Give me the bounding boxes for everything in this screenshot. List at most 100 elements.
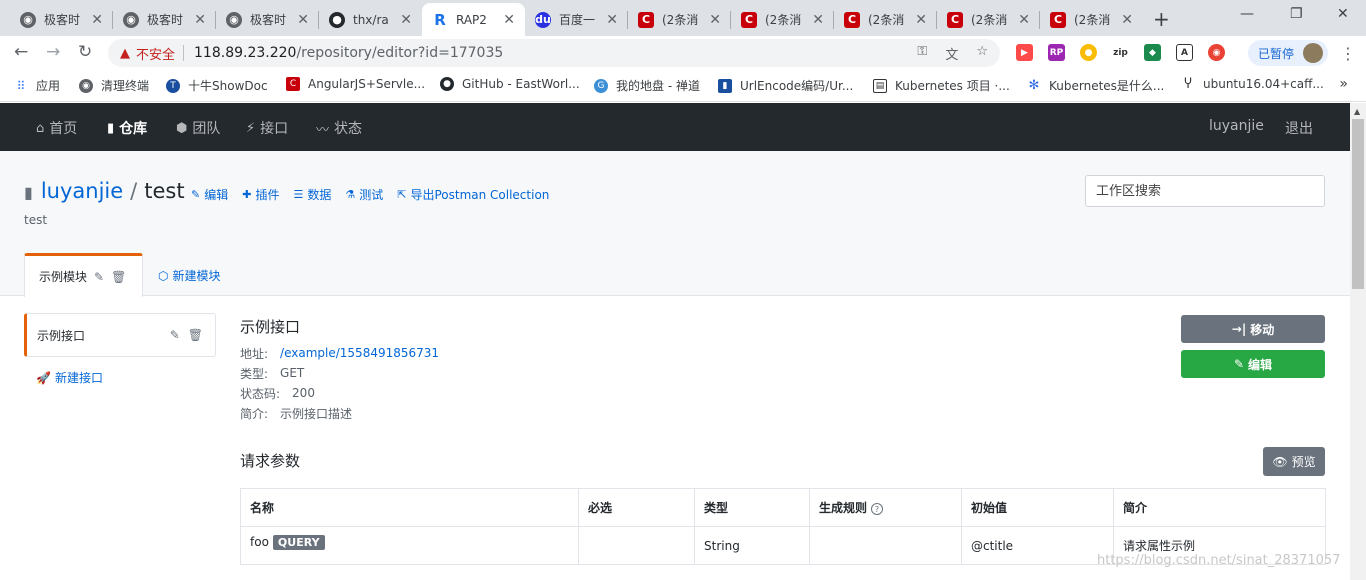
close-icon[interactable]: ✕ xyxy=(194,12,206,28)
scroll-thumb[interactable] xyxy=(1352,119,1364,289)
close-icon[interactable]: ✕ xyxy=(91,12,103,28)
minimize-icon[interactable]: — xyxy=(1240,6,1254,22)
back-icon[interactable]: ← xyxy=(14,42,28,62)
color-extension-icon[interactable]: ● xyxy=(1080,44,1097,61)
close-icon[interactable]: ✕ xyxy=(709,12,721,28)
baidu-icon: du xyxy=(535,11,551,28)
bookmark-item[interactable]: ✻ Kubernetes是什么... xyxy=(1027,77,1165,94)
more-bookmarks-icon[interactable]: » xyxy=(1339,76,1348,92)
bookmark-item[interactable]: ⠿ 应用 xyxy=(14,77,60,94)
close-icon[interactable]: ✕ xyxy=(297,12,309,28)
test-link[interactable]: ⚗ 测试 xyxy=(345,186,383,203)
test-icon: ⚗ xyxy=(345,188,356,201)
logout-link[interactable]: 退出 xyxy=(1285,118,1313,138)
browser-menu-icon[interactable]: ⋮ xyxy=(1340,44,1356,63)
translate-icon[interactable]: 文 xyxy=(945,44,958,63)
browser-tab[interactable]: C (2条消 ✕ xyxy=(628,3,731,36)
interface-url-link[interactable]: /example/1558491856731 xyxy=(280,346,439,360)
scroll-up-icon[interactable]: ▲ xyxy=(1354,107,1360,116)
browser-tab[interactable]: C (2条消 ✕ xyxy=(1040,3,1143,36)
close-icon[interactable]: ✕ xyxy=(812,12,824,28)
nav-label: 仓库 xyxy=(119,121,148,137)
new-interface-button[interactable]: 🚀 新建接口 xyxy=(36,369,216,386)
rocket-icon: 🚀 xyxy=(36,370,51,385)
key-icon[interactable]: ⚿ xyxy=(917,44,927,63)
browser-tab[interactable]: C (2条消 ✕ xyxy=(937,3,1040,36)
bookmark-label: 清理终端 xyxy=(101,79,150,93)
pencil-icon[interactable]: ✎ xyxy=(170,328,180,342)
app-navbar: ⌂ 首页 ▮ 仓库 ⬢ 团队 ⚡ 接口 〰 状态 luyanjie 退出 xyxy=(0,103,1350,151)
new-module-button[interactable]: ⬡ 新建模块 xyxy=(158,267,221,284)
bookmark-item[interactable]: T 十牛ShowDoc xyxy=(166,77,268,94)
repo-owner-link[interactable]: luyanjie xyxy=(41,179,123,203)
close-icon[interactable]: ✕ xyxy=(503,12,515,28)
column-header: 生成规则? xyxy=(809,488,962,527)
leaf-extension-icon[interactable]: ◆ xyxy=(1144,44,1161,61)
trash-icon[interactable]: 🗑 xyxy=(188,328,203,342)
close-icon[interactable]: ✕ xyxy=(1121,12,1133,28)
nav-item-home[interactable]: ⌂ 首页 xyxy=(36,118,77,138)
interface-url-row: 地址: /example/1558491856731 xyxy=(240,346,440,361)
browser-tab-active[interactable]: R RAP2 ✕ xyxy=(422,3,525,36)
nav-item-repository[interactable]: ▮ 仓库 xyxy=(107,118,147,138)
tab-label: RAP2 xyxy=(456,12,487,27)
browser-tab[interactable]: ● thx/ra ✕ xyxy=(319,3,422,36)
font-extension-icon[interactable]: A xyxy=(1176,44,1193,61)
bookmark-item[interactable]: ◉ 清理终端 xyxy=(79,77,149,94)
gitzip-extension-icon[interactable]: zip xyxy=(1112,44,1129,61)
record-extension-icon[interactable]: ◉ xyxy=(1208,44,1225,61)
sidebar-item-example-interface[interactable]: 示例接口 ✎ 🗑 xyxy=(24,313,216,357)
trash-icon[interactable]: 🗑 xyxy=(111,270,126,284)
workspace-search-input[interactable] xyxy=(1085,175,1325,207)
browser-tab[interactable]: C (2条消 ✕ xyxy=(834,3,937,36)
user-link[interactable]: luyanjie xyxy=(1209,118,1264,134)
nav-item-status[interactable]: 〰 状态 xyxy=(316,118,362,138)
bookmark-item[interactable]: ▤ Kubernetes 项目 ·... xyxy=(873,77,1010,94)
edit-button[interactable]: ✎ 编辑 xyxy=(1181,350,1325,378)
close-icon[interactable]: ✕ xyxy=(606,12,618,28)
pencil-icon[interactable]: ✎ xyxy=(94,270,104,284)
bookmark-item[interactable]: ▮ UrlEncode编码/Ur... xyxy=(718,77,853,94)
data-link[interactable]: ☰ 数据 xyxy=(293,186,331,203)
export-postman-link[interactable]: ⇱ 导出Postman Collection xyxy=(397,186,549,203)
forward-icon[interactable]: → xyxy=(46,42,60,62)
bookmark-item[interactable]: C AngularJS+Servle... xyxy=(286,77,425,91)
star-icon[interactable]: ☆ xyxy=(976,44,988,63)
restore-icon[interactable]: ❐ xyxy=(1290,6,1303,22)
profile-button[interactable]: 已暂停 xyxy=(1248,40,1328,66)
browser-tab[interactable]: du 百度一 ✕ xyxy=(525,3,628,36)
close-window-icon[interactable]: ✕ xyxy=(1337,6,1349,22)
bookmark-item[interactable]: ● GitHub - EastWorl... xyxy=(440,77,580,91)
help-icon[interactable]: ? xyxy=(871,503,884,515)
page-scrollbar[interactable]: ▲ xyxy=(1350,103,1366,580)
bookmark-item[interactable]: Ⴤ ubuntu16.04+caff... xyxy=(1181,77,1324,92)
browser-tab[interactable]: ◉ 极客时 ✕ xyxy=(113,3,216,36)
video-extension-icon[interactable]: ▶ xyxy=(1016,44,1033,61)
move-button[interactable]: →| 移动 xyxy=(1181,315,1325,343)
rp-extension-icon[interactable]: RP xyxy=(1048,44,1065,61)
interface-status-row: 状态码: 200 xyxy=(240,386,315,401)
bookmark-label: 我的地盘 - 禅道 xyxy=(616,79,700,93)
browser-toolbar: ← → ↻ ▲ 不安全 118.89.23.220 /repository/ed… xyxy=(0,36,1366,70)
preview-button[interactable]: 👁 预览 xyxy=(1263,447,1325,476)
bookmark-item[interactable]: G 我的地盘 - 禅道 xyxy=(594,77,700,94)
pencil-icon: ✎ xyxy=(1233,357,1245,371)
browser-tab[interactable]: ◉ 极客时 ✕ xyxy=(216,3,319,36)
urlencode-icon: ▮ xyxy=(718,78,732,93)
browser-tab[interactable]: C (2条消 ✕ xyxy=(731,3,834,36)
plugin-link[interactable]: ✚ 插件 xyxy=(242,186,279,203)
tab-module-example[interactable]: 示例模块 ✎ 🗑 xyxy=(24,253,143,297)
new-tab-button[interactable]: + xyxy=(1153,7,1170,31)
bookmark-label: ubuntu16.04+caff... xyxy=(1203,77,1324,91)
edit-repo-link[interactable]: ✎ 编辑 xyxy=(191,186,228,203)
security-label[interactable]: 不安全 xyxy=(136,44,175,63)
nav-item-interface[interactable]: ⚡ 接口 xyxy=(246,118,288,138)
close-icon[interactable]: ✕ xyxy=(1018,12,1030,28)
nav-item-team[interactable]: ⬢ 团队 xyxy=(176,118,220,138)
address-bar[interactable]: ▲ 不安全 118.89.23.220 /repository/editor?i… xyxy=(108,39,1000,67)
reload-icon[interactable]: ↻ xyxy=(78,42,92,62)
close-icon[interactable]: ✕ xyxy=(400,12,412,28)
repo-actions: ✎ 编辑 ✚ 插件 ☰ 数据 ⚗ 测试 ⇱ 导出Postman Collection xyxy=(191,186,549,203)
close-icon[interactable]: ✕ xyxy=(915,12,927,28)
browser-tab[interactable]: ◉ 极客时 ✕ xyxy=(10,3,113,36)
